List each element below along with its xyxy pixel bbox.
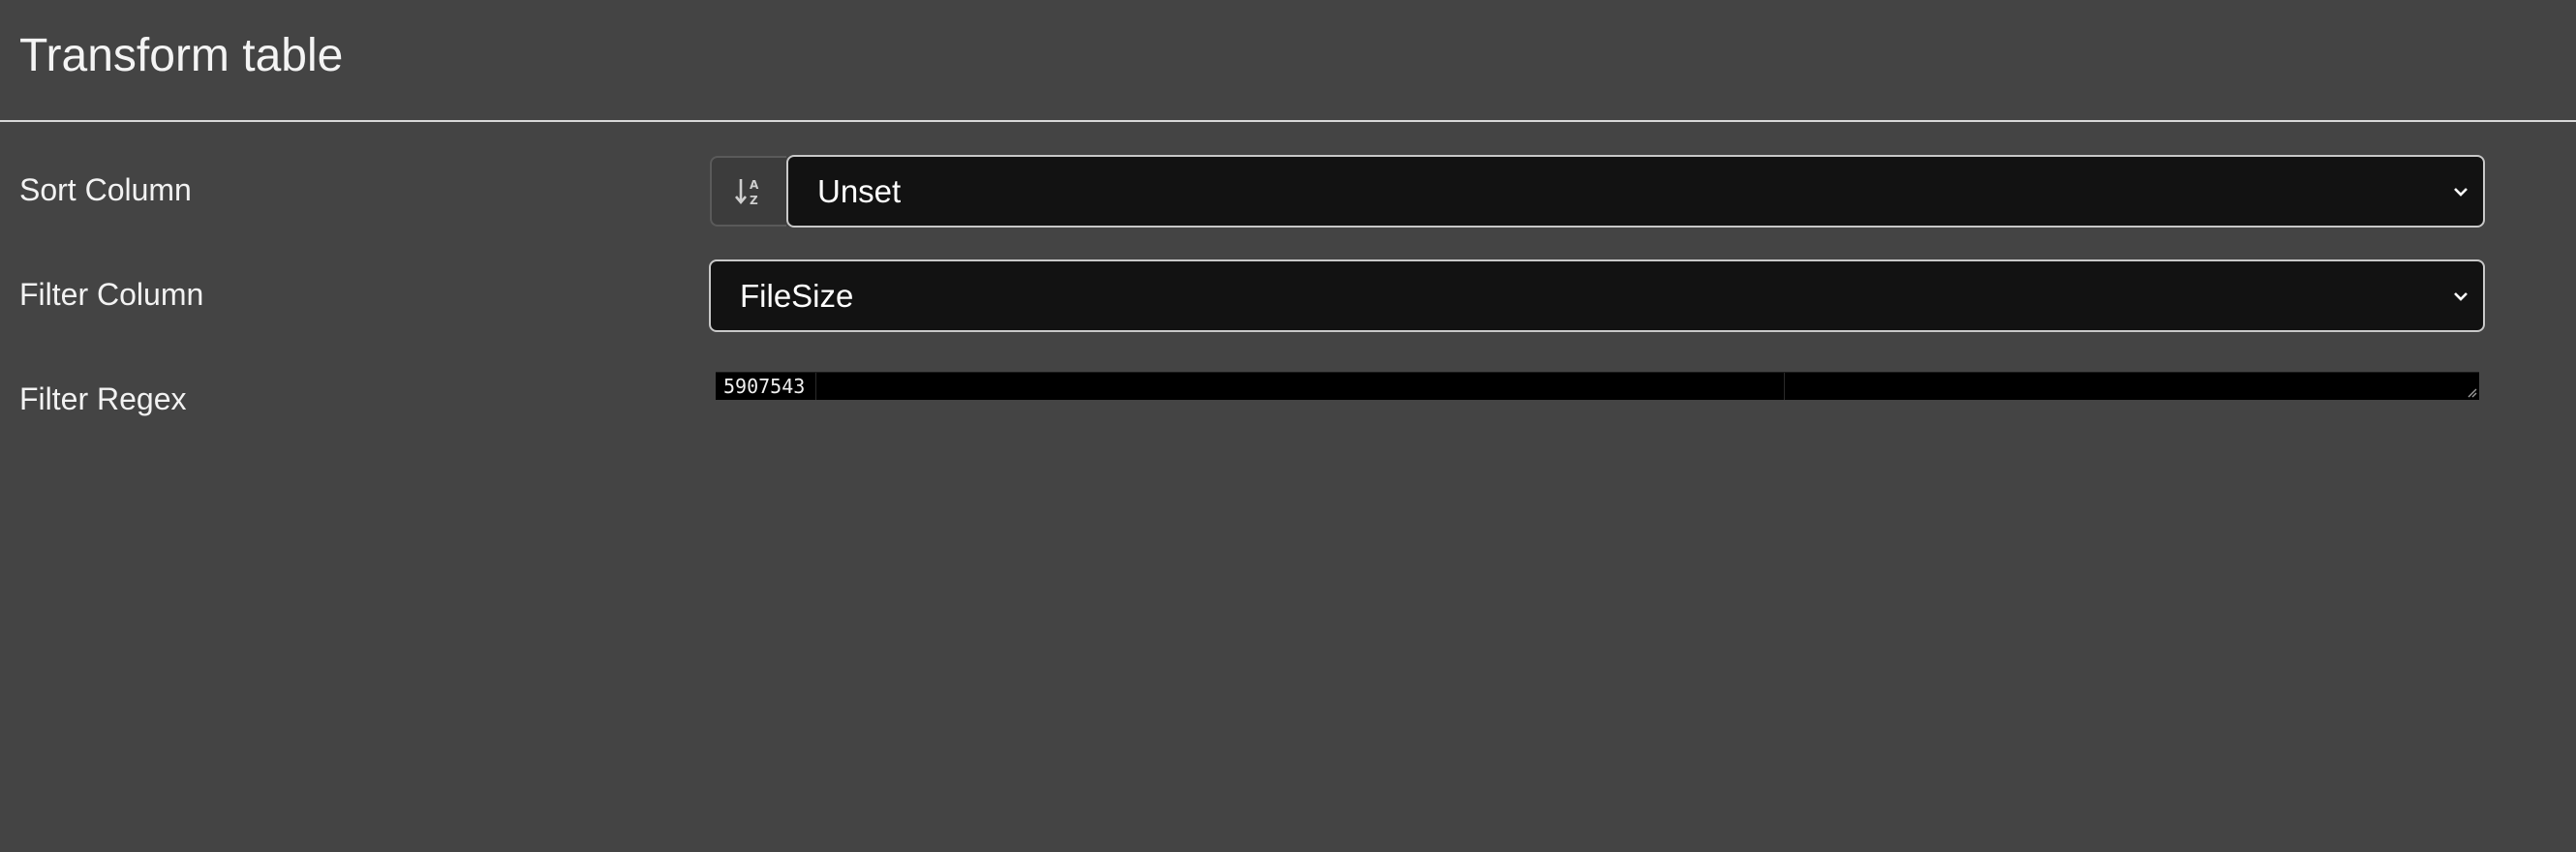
filter-regex-input[interactable]: 5907543 <box>716 372 2479 400</box>
filter-regex-label: Filter Regex <box>19 381 187 416</box>
regex-cell <box>815 373 1785 400</box>
svg-text:A: A <box>750 178 759 192</box>
regex-cell: 5907543 <box>716 373 816 400</box>
sort-alpha-down-icon: A Z <box>734 178 759 207</box>
chevron-down-icon <box>2454 291 2468 301</box>
regex-cell <box>1784 373 2479 400</box>
sort-column-label: Sort Column <box>19 172 192 207</box>
filter-regex-value: 5907543 <box>723 375 806 398</box>
svg-text:Z: Z <box>750 194 758 207</box>
transform-table-panel: Transform table Sort Column A Z Unset Fi… <box>0 0 2576 852</box>
sort-column-select[interactable]: Unset <box>786 155 2485 228</box>
panel-title: Transform table <box>19 30 344 81</box>
sort-column-selected-value: Unset <box>817 172 902 209</box>
filter-column-select[interactable]: FileSize <box>709 259 2485 332</box>
sort-direction-button[interactable]: A Z <box>710 156 786 227</box>
filter-column-label: Filter Column <box>19 277 204 312</box>
resize-handle-icon[interactable] <box>2466 386 2477 398</box>
filter-column-selected-value: FileSize <box>740 277 854 314</box>
panel-header: Transform table <box>0 0 2576 122</box>
chevron-down-icon <box>2454 187 2468 197</box>
